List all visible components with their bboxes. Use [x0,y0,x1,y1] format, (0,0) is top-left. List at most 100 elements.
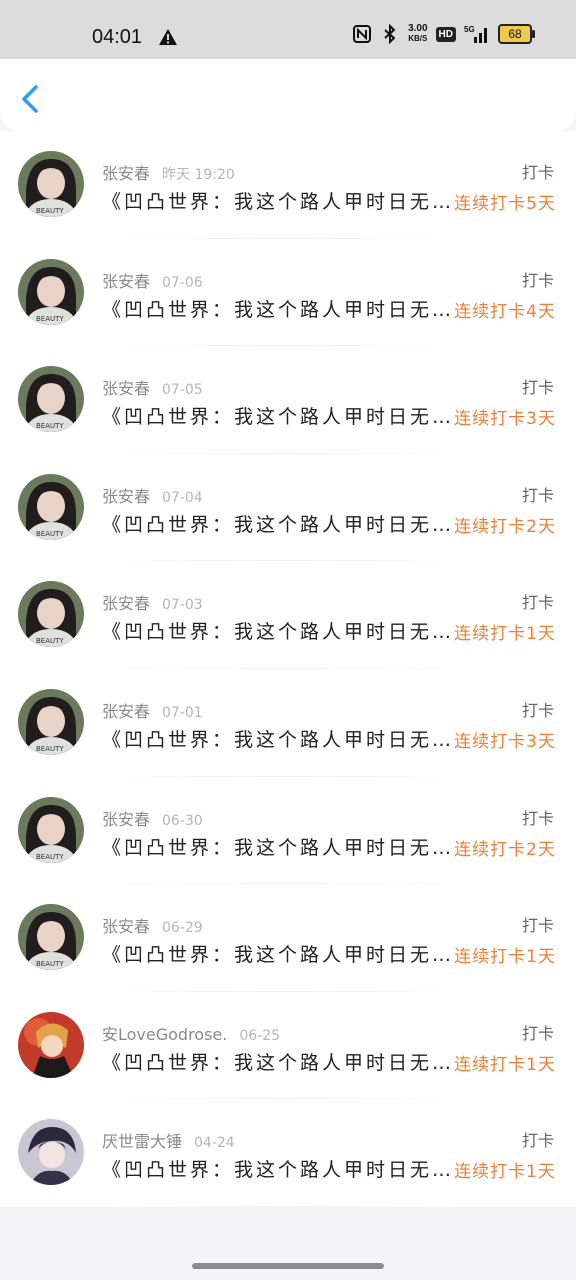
list-item[interactable]: BEAUTY 张安春 07-04 打卡《凹凸世界：我这个路人甲时日无… 连续打卡2天 [0,454,576,562]
user-name[interactable]: 张安春 [102,594,150,613]
svg-text:BEAUTY: BEAUTY [36,422,64,430]
list-item[interactable]: BEAUTY 张安春 07-05 打卡《凹凸世界：我这个路人甲时日无… 连续打卡3天 [0,346,576,454]
streak-label: 连续打卡1天 [454,1162,556,1183]
status-time: 04:01 [92,26,143,48]
avatar[interactable]: BEAUTY [18,258,84,325]
avatar[interactable]: BEAUTY [18,904,84,971]
user-name[interactable]: 张安春 [102,272,150,291]
avatar[interactable] [18,1011,84,1078]
book-title: 《凹凸世界：我这个路人甲时日无… [102,298,455,321]
streak-label: 连续打卡1天 [454,947,556,968]
list-item[interactable]: 安LoveGodrose. 06-25 打卡《凹凸世界：我这个路人甲时日无… 连续打卡… [0,992,576,1100]
streak-label: 连续打卡1天 [454,624,556,645]
user-info: 张安春 06-30 [102,806,203,830]
user-info: 张安春 06-29 [102,913,203,937]
streak-label: 连续打卡2天 [454,516,556,537]
warning-icon [159,29,177,45]
book-title: 《凹凸世界：我这个路人甲时日无… [102,728,455,751]
svg-text:BEAUTY: BEAUTY [36,853,64,861]
checkin-time: 昨天 19:20 [162,167,235,183]
list-item[interactable]: BEAUTY 张安春 06-29 打卡《凹凸世界：我这个路人甲时日无… 连续打卡1天 [0,884,576,992]
list-item[interactable]: 厌世雷大锤 04-24 打卡《凹凸世界：我这个路人甲时日无… 连续打卡1天 [0,1099,576,1207]
user-name[interactable]: 安LoveGodrose. [102,1025,227,1044]
battery-indicator: 68 [498,24,535,44]
user-info: 张安春 07-05 [102,375,203,399]
checkin-type-label: 打卡 [521,593,554,613]
list-item[interactable]: BEAUTY 张安春 昨天 19:20 打卡《凹凸世界：我这个路人甲时日无… 连续打卡5… [0,131,576,239]
book-title: 《凹凸世界：我这个路人甲时日无… [102,944,455,967]
user-info: 张安春 昨天 19:20 [102,160,235,184]
checkin-type-label: 打卡 [521,700,554,720]
user-info: 张安春 07-03 [102,590,203,614]
status-bar: 04:01 3.00 KB/S HD 5G 68 [0,0,576,59]
back-arrow-icon[interactable] [16,81,46,117]
checkin-type-label: 打卡 [521,163,554,182]
checkin-type-label: 打卡 [521,485,554,505]
checkin-type-label: 打卡 [521,808,554,828]
divider [100,1205,466,1207]
streak-label: 连续打卡5天 [454,194,556,214]
avatar[interactable]: BEAUTY [18,796,84,863]
checkin-time: 06-30 [162,812,203,829]
list-item[interactable]: BEAUTY 张安春 06-30 打卡《凹凸世界：我这个路人甲时日无… 连续打卡2天 [0,777,576,885]
streak-label: 连续打卡3天 [454,731,556,752]
checkin-time: 07-06 [162,274,203,291]
svg-text:BEAUTY: BEAUTY [36,530,64,538]
checkin-type-label: 打卡 [521,270,554,290]
checkin-type-label: 打卡 [521,1131,554,1151]
svg-text:BEAUTY: BEAUTY [36,207,64,215]
checkin-time: 04-24 [194,1135,235,1152]
checkin-time: 06-25 [239,1027,281,1044]
bluetooth-icon [384,24,396,44]
streak-label: 连续打卡1天 [454,1054,556,1075]
checkin-time: 07-01 [162,704,203,721]
status-icons: 3.00 KB/S HD 5G 68 [352,23,535,44]
checkin-type-label: 打卡 [521,1023,554,1043]
user-name[interactable]: 张安春 [102,810,150,829]
avatar[interactable] [18,1119,84,1186]
user-name[interactable]: 张安春 [102,487,150,506]
user-name[interactable]: 张安春 [102,702,150,721]
streak-label: 连续打卡2天 [454,839,556,860]
user-info: 张安春 07-06 [102,268,203,292]
checkin-time: 06-29 [162,920,203,937]
book-title: 《凹凸世界：我这个路人甲时日无… [102,621,455,644]
avatar[interactable]: BEAUTY [18,366,84,433]
list-item[interactable]: BEAUTY 张安春 07-01 打卡《凹凸世界：我这个路人甲时日无… 连续打卡3天 [0,669,576,777]
list-item[interactable]: BEAUTY 张安春 07-03 打卡《凹凸世界：我这个路人甲时日无… 连续打卡1天 [0,561,576,669]
nfc-icon [353,25,372,43]
svg-text:BEAUTY: BEAUTY [36,315,64,323]
avatar[interactable]: BEAUTY [18,581,84,648]
user-name[interactable]: 张安春 [102,917,150,936]
streak-label: 连续打卡4天 [454,301,556,322]
checkin-time: 07-04 [162,489,203,506]
avatar[interactable]: BEAUTY [18,151,84,217]
list-item[interactable]: BEAUTY 张安春 07-06 打卡《凹凸世界：我这个路人甲时日无… 连续打卡4天 [0,239,576,347]
book-title: 《凹凸世界：我这个路人甲时日无… [102,1051,455,1074]
streak-label: 连续打卡3天 [454,409,556,430]
hd-badge: HD [435,26,456,42]
checkin-type-label: 打卡 [521,916,554,936]
user-name[interactable]: 张安春 [102,164,150,183]
checkin-type-label: 打卡 [521,378,554,398]
user-name[interactable]: 张安春 [102,379,150,398]
book-title: 《凹凸世界：我这个路人甲时日无… [102,191,455,213]
home-indicator[interactable] [192,1263,384,1269]
avatar[interactable]: BEAUTY [18,473,84,540]
user-name[interactable]: 厌世雷大锤 [102,1132,182,1151]
checkin-list: BEAUTY 张安春 昨天 19:20 打卡 《凹凸世界：我这个路人甲时日无… 连续打卡5… [0,131,576,1207]
book-title: 《凹凸世界：我这个路人甲时日无… [102,836,455,859]
book-title: 《凹凸世界：我这个路人甲时日无… [102,1159,455,1182]
user-info: 张安春 07-01 [102,698,203,722]
network-speed: 3.00 KB/S [408,23,428,44]
svg-text:BEAUTY: BEAUTY [36,637,64,645]
svg-text:BEAUTY: BEAUTY [36,745,64,753]
navigation-bar [0,59,576,131]
avatar[interactable]: BEAUTY [18,688,84,755]
checkin-time: 07-05 [162,382,203,399]
book-title: 《凹凸世界：我这个路人甲时日无… [102,406,455,429]
book-title: 《凹凸世界：我这个路人甲时日无… [102,513,455,536]
checkin-time: 07-03 [162,597,203,614]
user-info: 安LoveGodrose. 06-25 [102,1021,280,1045]
user-info: 张安春 07-04 [102,483,203,507]
